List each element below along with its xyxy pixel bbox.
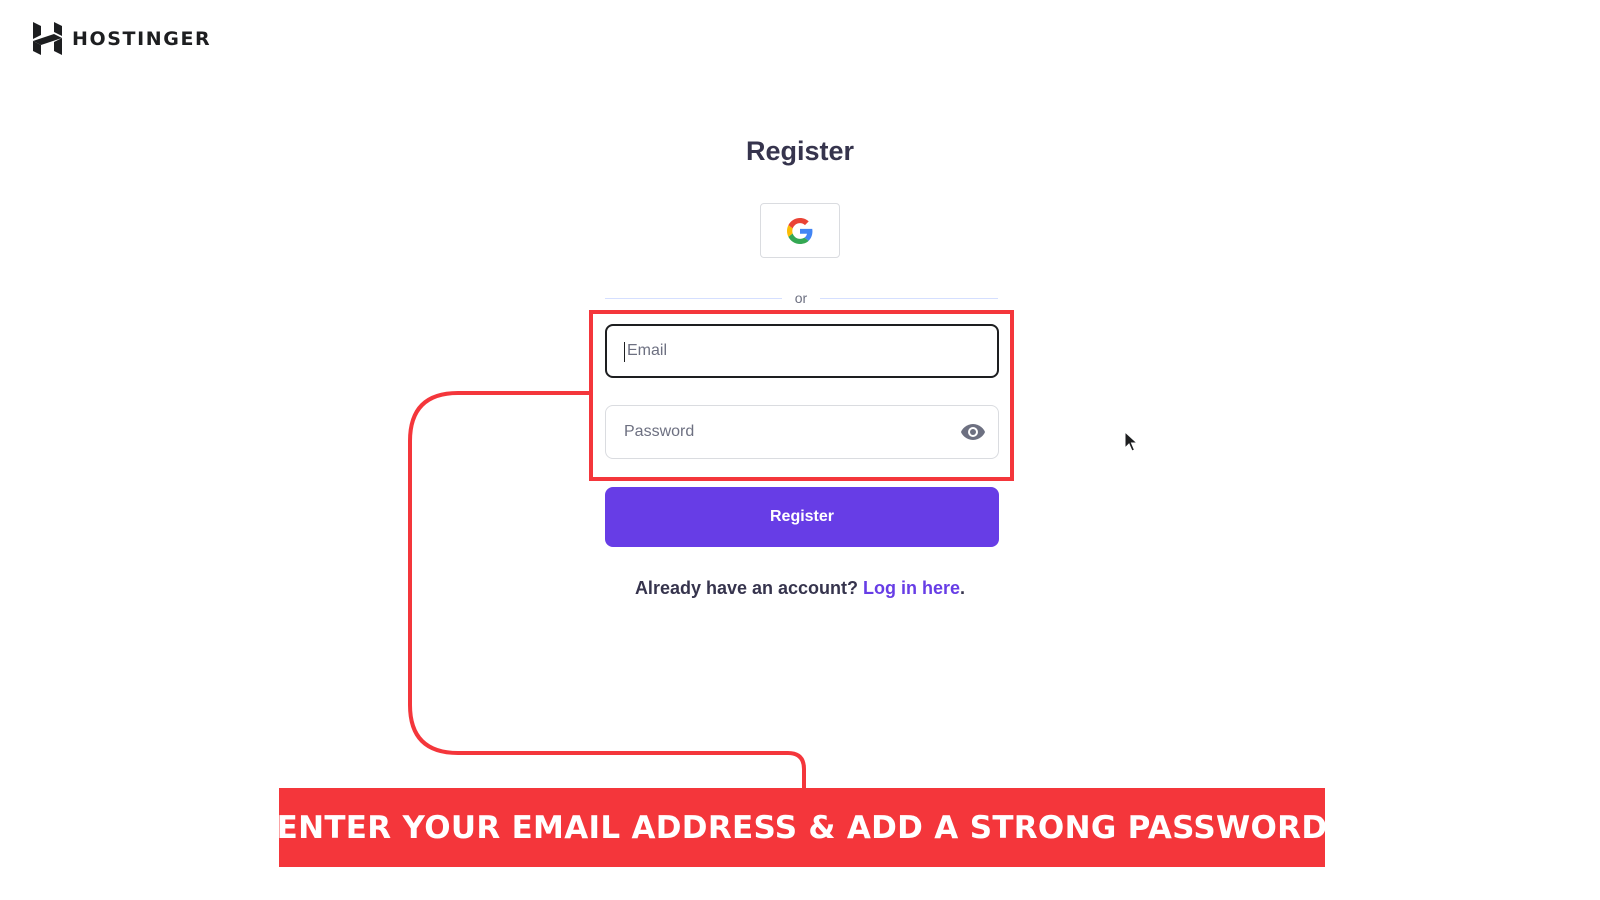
- login-suffix: .: [960, 578, 966, 598]
- google-icon: [787, 217, 813, 244]
- login-link[interactable]: Log in here: [863, 578, 960, 598]
- brand-logo[interactable]: HOSTINGER: [33, 22, 211, 55]
- register-page: HOSTINGER Register or Register: [0, 0, 1600, 900]
- login-prompt-text: Already have an account?: [634, 578, 859, 598]
- highlight-box: [589, 310, 1014, 481]
- google-signup-button[interactable]: [760, 203, 840, 258]
- mouse-cursor-icon: [1124, 431, 1138, 452]
- banner-text: ENTER YOUR EMAIL ADDRESS & ADD A STRONG …: [276, 809, 1328, 846]
- hostinger-logo-icon: [33, 22, 62, 55]
- divider-line-left: [605, 298, 782, 299]
- page-title: Register: [745, 136, 855, 166]
- register-button[interactable]: Register: [605, 487, 999, 547]
- instruction-banner: ENTER YOUR EMAIL ADDRESS & ADD A STRONG …: [276, 788, 1328, 867]
- divider-or: or: [794, 290, 808, 306]
- brand-name: HOSTINGER: [72, 27, 212, 50]
- divider-line-right: [820, 298, 998, 299]
- login-prompt: Already have an account? Log in here.: [0, 578, 1600, 599]
